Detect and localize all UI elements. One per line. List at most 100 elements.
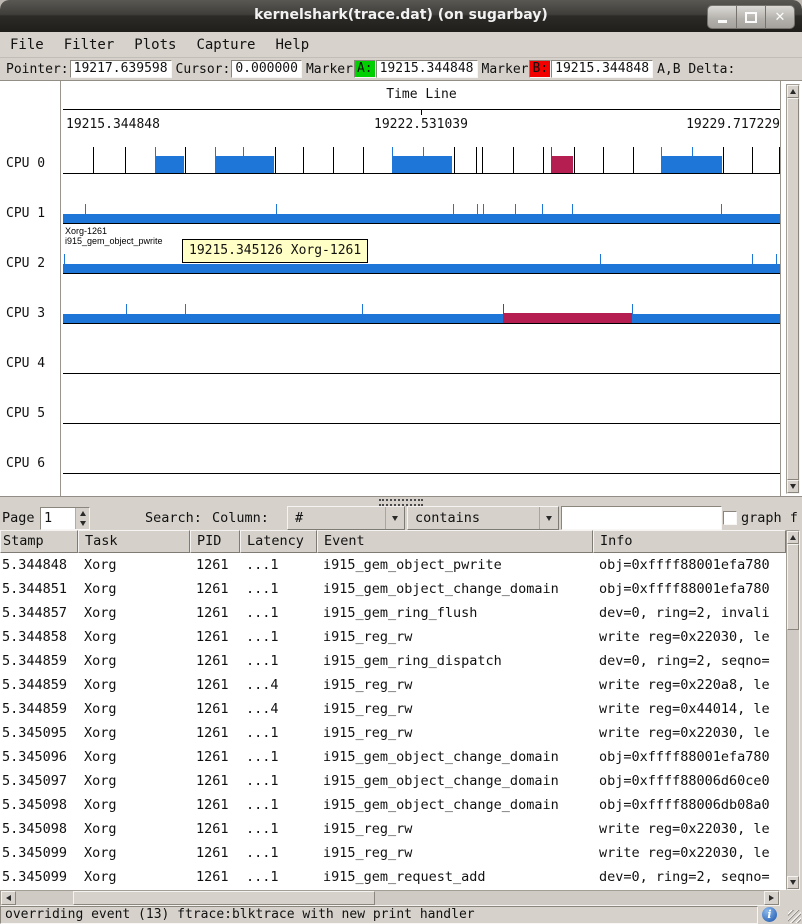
cpu-4-plot[interactable] (63, 343, 780, 373)
search-input[interactable] (561, 506, 722, 530)
menu-capture[interactable]: Capture (186, 35, 265, 55)
table-row[interactable]: 5.345096Xorg1261...1i915_gem_object_chan… (0, 745, 786, 769)
menu-filter[interactable]: Filter (54, 35, 125, 55)
header-pid[interactable]: PID (190, 530, 240, 553)
table-scroll-thumb[interactable] (787, 544, 799, 630)
event-tick (64, 254, 65, 273)
graph-scroll-down-button[interactable] (787, 480, 799, 493)
table-row[interactable]: 5.344857Xorg1261...1i915_gem_ring_flushd… (0, 601, 786, 625)
header-latency[interactable]: Latency (240, 530, 317, 553)
header-task[interactable]: Task (78, 530, 190, 553)
close-button[interactable]: ✕ (765, 5, 795, 29)
table-row[interactable]: 5.344858Xorg1261...1i915_reg_rwwrite reg… (0, 625, 786, 649)
table-row[interactable]: 5.344859Xorg1261...4i915_reg_rwwrite reg… (0, 697, 786, 721)
marker-a-chip[interactable]: A: (354, 60, 376, 78)
header-stamp[interactable]: Stamp (0, 530, 78, 553)
table-row[interactable]: 5.344851Xorg1261...1i915_gem_object_chan… (0, 577, 786, 601)
cpu-0-plot[interactable] (63, 143, 780, 173)
table-cell: 5.345097 (0, 769, 78, 793)
table-row[interactable]: 5.345099Xorg1261...1i915_gem_request_add… (0, 865, 786, 889)
graph-follows-label: graph f (741, 510, 798, 526)
table-scroll-up-button[interactable] (787, 531, 799, 544)
page-label: Page (2, 510, 35, 526)
graph-vertical-scrollbar[interactable] (786, 84, 800, 494)
table-row[interactable]: 5.344859Xorg1261...4i915_reg_rwwrite reg… (0, 673, 786, 697)
table-row[interactable]: 5.345099Xorg1261...1i915_reg_rwwrite reg… (0, 841, 786, 865)
resize-grip-icon[interactable] (788, 910, 801, 923)
table-cell: i915_gem_object_change_domain (317, 745, 593, 769)
header-event[interactable]: Event (317, 530, 593, 553)
header-info[interactable]: Info (593, 530, 786, 553)
timeline-ts-start: 19215.344848 (66, 117, 160, 132)
delta-label: A,B Delta: (657, 62, 735, 77)
table-cell: 1261 (190, 841, 240, 865)
pane-splitter[interactable] (0, 497, 802, 506)
event-tick (363, 147, 364, 173)
info-icon[interactable]: i (762, 907, 777, 922)
marked-event-tick (503, 304, 504, 323)
table-cell: write reg=0x44014, le (593, 697, 786, 721)
table-cell: Xorg (78, 745, 190, 769)
table-row[interactable]: 5.344848Xorg1261...1i915_gem_object_pwri… (0, 553, 786, 577)
timeline-center-tick (421, 109, 422, 115)
menu-help[interactable]: Help (265, 35, 319, 55)
cursor-value: 0.000000 (231, 60, 302, 78)
graph-follows-checkbox[interactable] (723, 511, 737, 525)
table-row[interactable]: 5.345095Xorg1261...1i915_reg_rwwrite reg… (0, 721, 786, 745)
event-table-body: 5.344848Xorg1261...1i915_gem_object_pwri… (0, 553, 786, 890)
menu-plots[interactable]: Plots (124, 35, 186, 55)
match-dropdown[interactable]: contains (407, 506, 559, 530)
search-label: Search: (145, 510, 202, 526)
event-tick (542, 204, 543, 223)
table-cell: write reg=0x22030, le (593, 817, 786, 841)
cpu-3-baseline (63, 323, 780, 324)
column-dropdown-arrow[interactable] (385, 507, 404, 529)
table-cell: dev=0, ring=2, seqno= (593, 649, 786, 673)
table-scroll-down-button[interactable] (787, 876, 799, 889)
table-vertical-scrollbar[interactable] (786, 530, 800, 890)
table-row[interactable]: 5.344859Xorg1261...1i915_gem_ring_dispat… (0, 649, 786, 673)
marker-b-chip[interactable]: B: (529, 60, 551, 78)
marker-info-bar: Pointer: 19217.639598 Cursor: 0.000000 M… (0, 58, 802, 80)
table-cell: ...1 (240, 745, 317, 769)
event-tick (303, 147, 304, 173)
cpu-2-plot[interactable] (63, 243, 780, 273)
hover-event-label: i915_gem_object_pwrite (65, 236, 163, 246)
horizontal-scroll-thumb[interactable] (73, 891, 375, 905)
table-cell: 5.344848 (0, 553, 78, 577)
table-horizontal-scrollbar[interactable] (0, 890, 780, 906)
table-cell: Xorg (78, 577, 190, 601)
graph-scroll-up-button[interactable] (787, 85, 799, 98)
maximize-button[interactable] (736, 5, 766, 29)
column-dropdown[interactable]: # (287, 506, 405, 530)
event-tick (752, 254, 753, 273)
scroll-left-button[interactable] (1, 891, 16, 905)
event-tick (362, 304, 363, 323)
event-tick (275, 147, 276, 173)
menu-file[interactable]: File (0, 35, 54, 55)
window-buttons: ✕ (708, 5, 795, 29)
graph-scroll-thumb[interactable] (787, 98, 799, 480)
scroll-right-button[interactable] (764, 891, 779, 905)
marker-a-label: Marker (306, 62, 353, 77)
page-spinner[interactable]: 1 (40, 507, 90, 530)
event-bar (392, 156, 452, 173)
title-bar[interactable]: kernelshark(trace.dat) (on sugarbay) ✕ (0, 0, 802, 32)
event-tick (423, 147, 424, 173)
event-tick (661, 147, 662, 173)
table-cell: ...4 (240, 697, 317, 721)
cpu-6-plot[interactable] (63, 443, 780, 473)
table-row[interactable]: 5.345097Xorg1261...1i915_gem_object_chan… (0, 769, 786, 793)
cpu-1-plot[interactable] (63, 193, 780, 223)
cpu-3-plot[interactable] (63, 293, 780, 323)
event-tick (633, 147, 634, 173)
minimize-button[interactable] (707, 5, 737, 29)
page-spinner-buttons[interactable] (75, 508, 89, 529)
table-row[interactable]: 5.345098Xorg1261...1i915_reg_rwwrite reg… (0, 817, 786, 841)
cpu-5-plot[interactable] (63, 393, 780, 423)
timeline-ts-end: 19229.717229 (580, 117, 780, 132)
table-cell: Xorg (78, 817, 190, 841)
match-dropdown-arrow[interactable] (539, 507, 558, 529)
table-row[interactable]: 5.345098Xorg1261...1i915_gem_object_chan… (0, 793, 786, 817)
maximize-icon (745, 12, 757, 23)
